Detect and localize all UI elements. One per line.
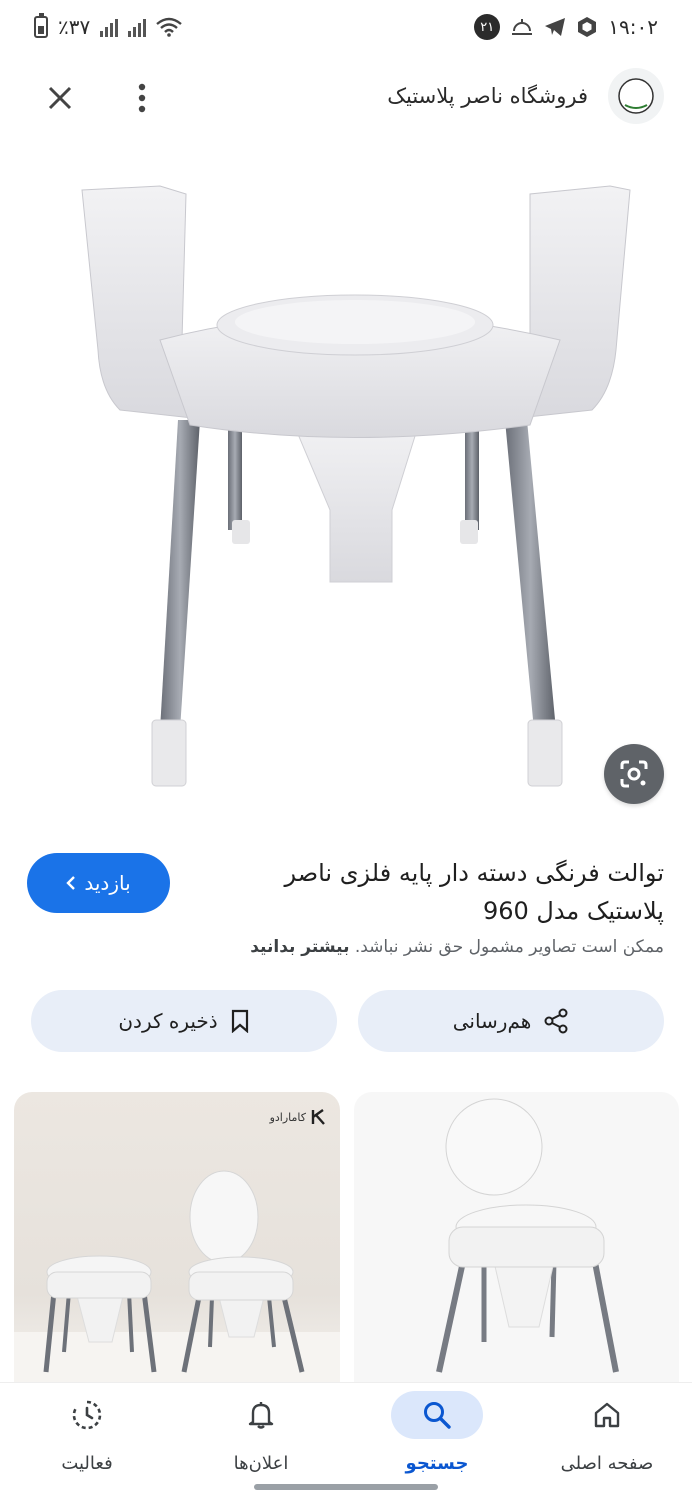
visit-label: بازدید [84,871,131,895]
product-title: توالت فرنگی دسته دار پایه فلزی ناصر پلاس… [284,859,665,925]
copyright-notice: ممکن است تصاویر مشمول حق نشر نباشد. بیشت… [250,937,664,957]
copyright-text: ممکن است تصاویر مشمول حق نشر نباشد. [354,937,664,957]
nav-search-icon-wrap [391,1391,483,1439]
watermark-text: کامارادو [269,1110,306,1124]
nav-activity-icon-wrap [41,1391,133,1439]
weather-icon [512,19,533,35]
toilet-chair-image [81,185,631,787]
battery-icon [34,13,48,38]
signal-icon-2 [128,17,147,37]
signal-icon [100,17,119,37]
related-image-card[interactable] [354,1092,679,1382]
status-bar: ٪۳۷ ۲۱ ۱۹:۰۲ [0,0,692,54]
notification-count-badge: ۲۱ [474,14,501,40]
clock: ۱۹:۰۲ [608,15,658,39]
share-label: هم‌رسانی [452,1009,532,1033]
google-lens-button[interactable] [604,744,664,804]
telegram-icon [545,18,566,36]
nav-activity[interactable]: فعالیت [12,1389,162,1489]
nav-notifications[interactable]: اعلان‌ها [186,1389,336,1489]
nav-activity-label: فعالیت [61,1453,113,1474]
more-vert-icon [138,83,146,113]
watermark: کامارادو [270,1108,328,1126]
learn-more-link[interactable]: بیشتر بدانید [250,937,349,957]
related-image-card[interactable]: کامارادو [14,1092,340,1382]
two-toilet-chairs-image [14,1170,340,1382]
visit-button[interactable]: بازدید [27,853,170,913]
app-hexagon-icon [578,17,597,37]
status-right: ۲۱ ۱۹:۰۲ [474,14,658,40]
gesture-home-bar[interactable] [254,1484,438,1490]
nav-notifications-icon-wrap [215,1391,307,1439]
nav-search[interactable]: جستجو [362,1389,512,1489]
main-product-image[interactable] [0,150,692,830]
nav-search-label: جستجو [405,1453,469,1474]
bookmark-icon [231,1009,248,1033]
more-options-button[interactable] [122,78,162,118]
nav-home-label: صفحه اصلی [560,1453,654,1474]
site-name[interactable]: فروشگاه ناصر پلاستیک [387,84,588,108]
close-button[interactable] [40,78,80,118]
status-left: ٪۳۷ [34,13,183,39]
save-button[interactable]: ذخیره کردن [31,990,337,1052]
search-icon [424,1402,451,1429]
save-label: ذخیره کردن [118,1009,218,1033]
home-icon [594,1402,620,1428]
chevron-left-icon [66,876,76,890]
site-logo[interactable] [608,68,664,124]
bell-icon [248,1402,274,1429]
nav-home[interactable]: صفحه اصلی [532,1389,682,1489]
toilet-chair-with-lid-image [436,1098,619,1373]
nav-notifications-label: اعلان‌ها [233,1453,289,1474]
wifi-icon [156,17,183,37]
kamarado-logo-icon [311,1109,325,1125]
share-button[interactable]: هم‌رسانی [358,990,664,1052]
viewer-header: فروشگاه ناصر پلاستیک [0,62,692,134]
bottom-navigation: صفحه اصلی جستجو اعلان‌ها فعالیت [0,1382,692,1500]
activity-icon [72,1400,102,1430]
nav-home-icon-wrap [561,1391,653,1439]
related-images: کامارادو [0,1092,692,1382]
site-logo-icon [618,78,654,114]
share-icon [544,1008,568,1034]
battery-percent: ٪۳۷ [58,15,91,39]
lens-icon [620,760,648,788]
close-icon [48,86,72,110]
